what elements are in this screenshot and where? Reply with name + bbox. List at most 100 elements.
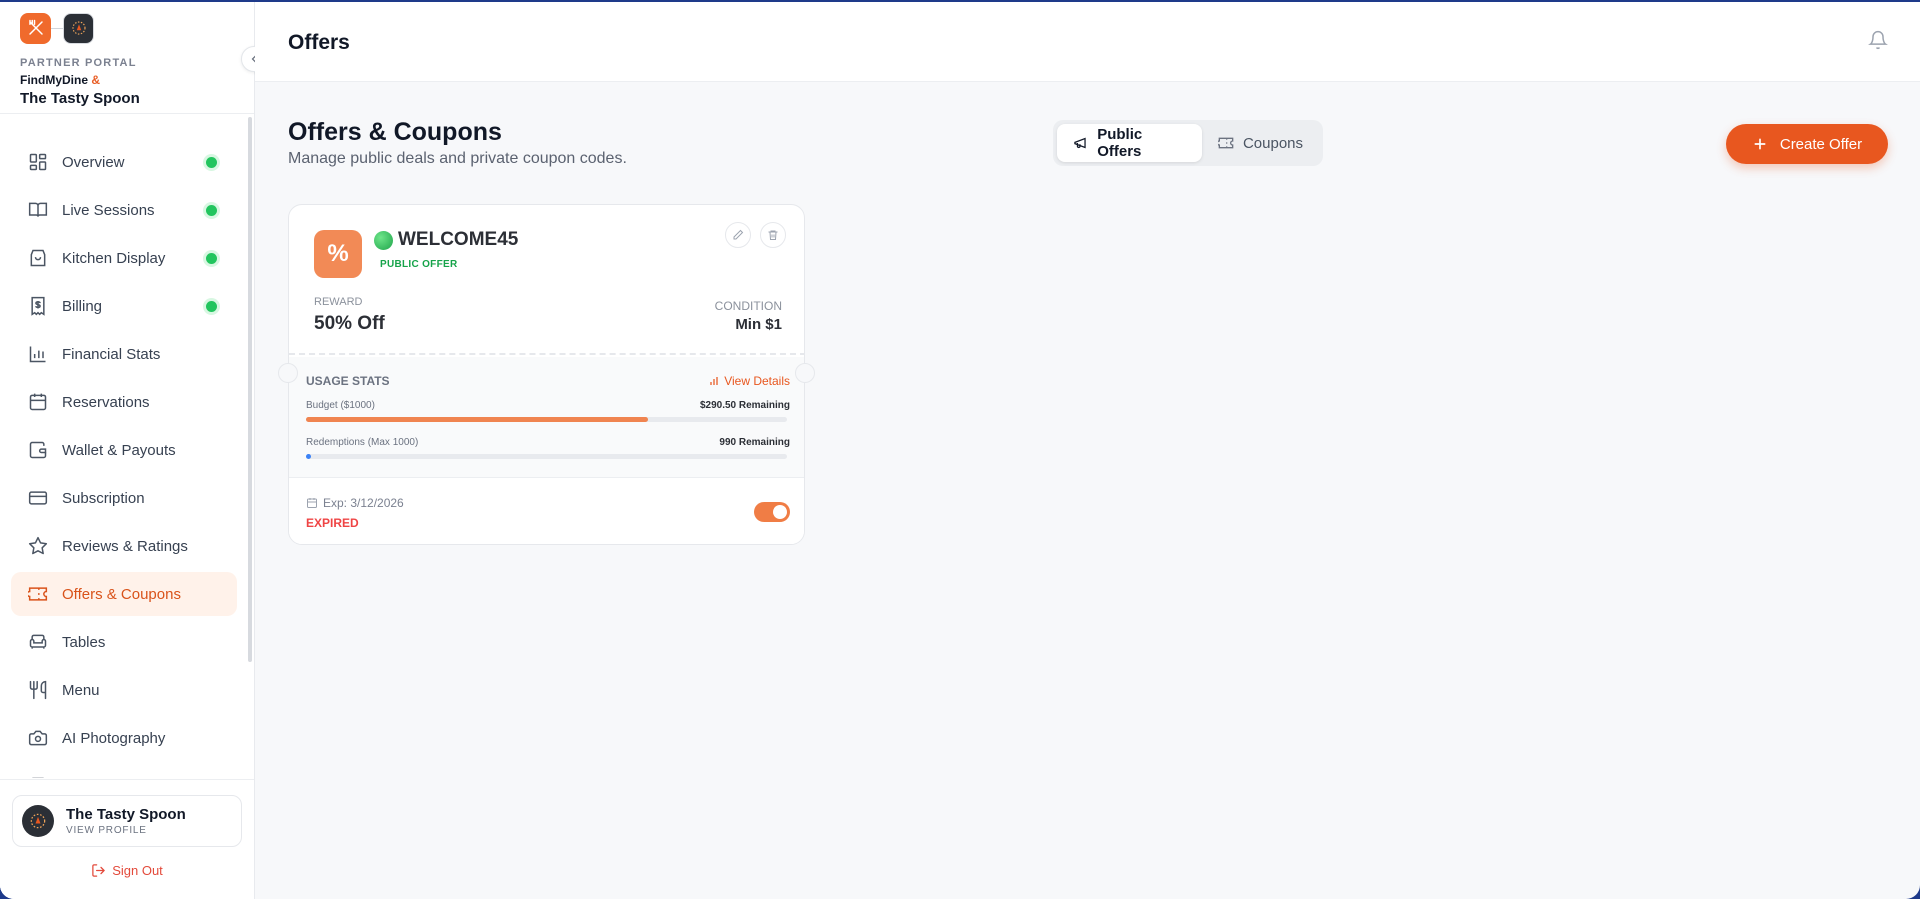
page-title: Offers — [288, 31, 350, 54]
section-subtitle: Manage public deals and private coupon c… — [288, 150, 627, 167]
bar-chart-icon — [710, 377, 718, 385]
tab-label: Public Offers — [1097, 126, 1143, 160]
green-circle-icon — [374, 230, 393, 250]
sidebar-item-financial-stats[interactable]: Financial Stats — [11, 332, 237, 376]
sidebar-item-partial[interactable] — [11, 764, 237, 778]
delete-offer-button[interactable] — [760, 222, 786, 248]
view-details-label: View Details — [724, 374, 790, 388]
sidebar: PARTNER PORTAL FindMyDine & The Tasty Sp… — [0, 2, 267, 899]
sidebar-item-reviews-ratings[interactable]: Reviews & Ratings — [11, 524, 237, 568]
ticket-notch-right — [795, 363, 815, 383]
profile-text: The Tasty Spoon VIEW PROFILE — [66, 806, 186, 836]
ticket-icon — [1217, 137, 1234, 149]
expiry-text: Exp: 3/12/2026 — [323, 496, 404, 510]
sidebar-scrollbar[interactable] — [248, 117, 252, 662]
offer-card: % WELCOME45 PUBLIC OFFER REWARD 50% Off … — [288, 204, 805, 545]
bag-icon — [30, 249, 46, 267]
usage-stats-section: USAGE STATS View Details Budget ($1000) … — [289, 357, 804, 477]
sidebar-footer: The Tasty Spoon VIEW PROFILE Sign Out — [0, 779, 254, 899]
book-icon — [28, 202, 48, 217]
restaurant-name: The Tasty Spoon — [20, 90, 140, 107]
app-window: PARTNER PORTAL FindMyDine & The Tasty Sp… — [0, 2, 1920, 899]
status-dot — [206, 157, 217, 168]
budget-progress-bar — [306, 417, 787, 422]
sidebar-item-kitchen-display[interactable]: Kitchen Display — [11, 236, 237, 280]
offer-active-toggle[interactable] — [754, 502, 790, 522]
sign-out-button[interactable]: Sign Out — [0, 863, 254, 878]
sidebar-item-label: Overview — [62, 153, 125, 171]
sign-out-label: Sign Out — [112, 863, 163, 878]
profile-card[interactable]: The Tasty Spoon VIEW PROFILE — [12, 795, 242, 847]
redemptions-label: Redemptions (Max 1000) — [306, 437, 419, 448]
findmydine-logo-icon — [20, 12, 51, 44]
tab-label: Coupons — [1242, 134, 1303, 152]
status-dot — [206, 205, 217, 216]
brand-logos — [20, 12, 254, 44]
condition-label: CONDITION — [714, 299, 782, 313]
receipt-icon — [31, 296, 45, 316]
portal-brand: FindMyDine & — [20, 73, 254, 87]
sidebar-item-wallet-payouts[interactable]: Wallet & Payouts — [11, 428, 237, 472]
sidebar-item-offers-coupons[interactable]: Offers & Coupons — [11, 572, 237, 616]
percent-badge-icon: % — [314, 230, 362, 278]
status-dot — [206, 301, 217, 312]
sidebar-item-label: Subscription — [62, 489, 145, 507]
sidebar-item-menu[interactable]: Menu — [11, 668, 237, 712]
sidebar-item-tables[interactable]: Tables — [11, 620, 237, 664]
sidebar-item-ai-photography[interactable]: AI Photography — [11, 716, 237, 760]
sidebar-item-label: Financial Stats — [62, 345, 161, 363]
section-title: Offers & Coupons — [288, 118, 502, 146]
sidebar-item-label: Billing — [62, 297, 103, 315]
redemptions-progress-bar — [306, 454, 787, 459]
logout-icon — [92, 864, 106, 877]
restaurant-avatar-icon — [30, 813, 46, 829]
sidebar-item-reservations[interactable]: Reservations — [11, 380, 237, 424]
camera-icon — [28, 730, 48, 746]
tab-coupons[interactable]: Coupons — [1202, 124, 1319, 162]
budget-remaining: $290.50 Remaining — [699, 400, 790, 411]
armchair-icon — [29, 634, 47, 649]
reward-value: 50% Off — [314, 313, 385, 334]
plus-icon — [1754, 138, 1766, 150]
budget-label: Budget ($1000) — [306, 400, 375, 411]
top-header: Offers — [255, 2, 1920, 82]
toggle-knob — [773, 505, 787, 519]
sidebar-item-billing[interactable]: Billing — [11, 284, 237, 328]
tab-public-offers[interactable]: Public Offers — [1057, 124, 1202, 162]
sidebar-item-subscription[interactable]: Subscription — [11, 476, 237, 520]
create-offer-button[interactable]: Create Offer — [1726, 124, 1888, 164]
view-profile-link[interactable]: VIEW PROFILE — [66, 825, 186, 836]
pencil-icon — [733, 229, 744, 240]
sidebar-item-label: Reviews & Ratings — [62, 537, 188, 555]
expiry-date: Exp: 3/12/2026 — [306, 496, 404, 510]
sidebar-item-label: Wallet & Payouts — [62, 441, 176, 459]
sidebar-item-overview[interactable]: Overview — [11, 140, 237, 184]
notifications-button[interactable] — [1868, 30, 1888, 55]
usage-stats-label: USAGE STATS — [306, 374, 390, 388]
offer-code: WELCOME45 — [374, 229, 518, 251]
credit-card-icon — [28, 491, 48, 505]
sidebar-item-label: Tables — [62, 633, 106, 651]
brand-name: FindMyDine — [20, 73, 88, 87]
condition-value: Min $1 — [735, 316, 782, 333]
portal-label: PARTNER PORTAL — [20, 57, 137, 69]
offer-card-header: % WELCOME45 PUBLIC OFFER REWARD 50% Off … — [289, 205, 804, 355]
logo-connector — [51, 27, 63, 29]
sidebar-nav: Overview Live Sessions Kitchen Display B… — [0, 115, 254, 778]
star-icon — [28, 536, 48, 555]
view-details-link[interactable]: View Details — [708, 374, 790, 388]
create-offer-label: Create Offer — [1779, 135, 1863, 153]
ticket-notch-left — [278, 363, 298, 383]
menu-item-icon — [31, 777, 45, 778]
reward-label: REWARD — [314, 296, 363, 308]
offer-type-badge: PUBLIC OFFER — [380, 259, 458, 270]
calendar-icon — [29, 393, 47, 411]
brand-block: PARTNER PORTAL FindMyDine & The Tasty Sp… — [0, 2, 267, 114]
sidebar-item-live-sessions[interactable]: Live Sessions — [11, 188, 237, 232]
profile-name: The Tasty Spoon — [66, 806, 186, 823]
grid-icon — [29, 153, 47, 171]
edit-offer-button[interactable] — [725, 222, 751, 248]
wallet-icon — [29, 441, 47, 459]
redemptions-remaining: 990 Remaining — [719, 437, 790, 448]
sidebar-item-label: Menu — [62, 681, 100, 699]
